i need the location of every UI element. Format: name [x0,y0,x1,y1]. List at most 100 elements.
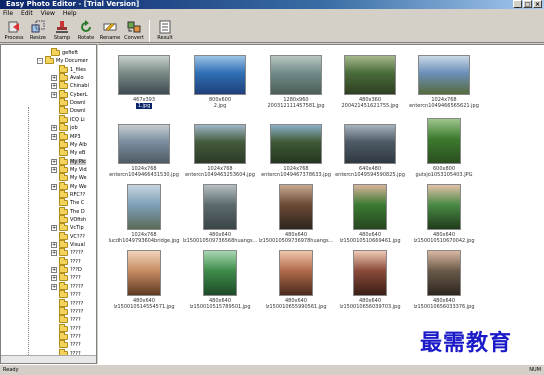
tree-item[interactable]: ???? [51,290,81,299]
tree-item[interactable]: My We [51,173,87,182]
process-button[interactable]: Process [2,17,26,42]
thumbnail-item[interactable]: 800x600 2.jpg [180,49,260,115]
thumbnail-item[interactable]: 640x480 entercn1049594590825.jpg [330,118,410,184]
photo-thumbnail[interactable] [344,124,396,164]
tree-item[interactable]: + My Pic [51,156,86,166]
photo-thumbnail[interactable] [118,124,170,164]
tree-item[interactable]: ICQ Li [51,114,85,124]
convert-button[interactable]: Convert [122,17,146,42]
photo-thumbnail[interactable] [127,250,161,296]
thumbnail-item[interactable]: 480x360 200421451621755.jpg [330,49,410,115]
thumbnail-item[interactable]: 480x640 lz150010656033376.jpg [404,250,484,316]
thumbnail-item[interactable]: 480x640 lz150010510670042.jpg [404,184,484,250]
rotate-button[interactable]: Rotate [74,17,98,42]
tree-item[interactable]: VC??? [51,231,85,241]
close-button[interactable]: × [533,0,542,8]
photo-thumbnail[interactable] [203,250,237,296]
photo-thumbnail[interactable] [279,250,313,296]
tree-expander[interactable]: + [51,275,57,282]
tree-item[interactable]: ???? [51,331,81,341]
tree-expander[interactable]: + [51,125,57,132]
thumbnail-item[interactable]: 1024x768 entercn1049463253604.jpg [180,118,260,184]
tree-item[interactable]: + My We [51,181,87,191]
maximize-button[interactable]: □ [523,0,532,8]
tree-item[interactable]: + Avalo [51,73,84,82]
tree-item[interactable]: ???? [51,323,81,333]
tree-expander[interactable]: + [51,183,57,190]
tree-item[interactable]: My eB [51,148,85,157]
thumbnail-item[interactable]: 480x640 lz150010510669461.jpg [330,184,410,250]
tree-item[interactable]: +????? [51,281,83,291]
tree-item[interactable]: ????? [51,298,83,308]
photo-thumbnail[interactable] [194,124,246,164]
tree-item[interactable]: 1_files [51,64,86,74]
photo-thumbnail[interactable] [427,118,461,164]
tree-expander[interactable]: + [51,267,57,274]
tree-item[interactable]: ???? [51,256,81,266]
tree-expander[interactable]: + [51,242,57,249]
tree-expander[interactable]: + [51,250,57,257]
photo-thumbnail[interactable] [270,124,322,164]
thumbnail-item[interactable]: 480x640 lz150010656039703.jpg [330,250,410,316]
thumbnail-grid[interactable]: 467x393 1.jpg 800x600 2.jpg 1280x960 20031211… [98,44,544,364]
tree-expander[interactable]: + [51,225,57,232]
tree-item[interactable]: +????? [51,248,83,257]
thumbnail-item[interactable]: 467x393 1.jpg [104,49,184,115]
photo-thumbnail[interactable] [353,250,387,296]
tree-expander[interactable]: + [51,158,57,165]
tree-item[interactable]: RFC?? [51,189,85,199]
thumbnail-item[interactable]: 480x640 lz150010515789501.jpg [180,250,260,316]
tree-item[interactable]: + MP3 [51,131,81,141]
thumbnail-item[interactable]: 1024x768 entercn1049466431530.jpg [104,118,184,184]
tree-item[interactable]: ???? [51,340,81,349]
tree-item[interactable]: ???? [51,315,81,324]
minimize-button[interactable]: _ [513,0,522,8]
thumbnail-item[interactable]: 480x640 lz150010509736568huangs... [180,184,260,250]
photo-thumbnail[interactable] [203,184,237,230]
tree-item[interactable]: Downl [51,106,86,115]
photo-thumbnail[interactable] [427,250,461,296]
folder-tree[interactable]: gefieft - My Documents1_files + Avalo + Chinab… [0,44,97,364]
tree-item[interactable]: The C [51,198,84,207]
photo-thumbnail[interactable] [270,55,322,95]
tree-horizontal-scrollbar[interactable] [1,355,96,363]
tree-item[interactable]: + ???D [51,265,82,274]
tree-expander[interactable]: + [51,75,57,82]
tree-item[interactable]: + My Vid [51,164,87,174]
photo-thumbnail[interactable] [344,55,396,95]
tree-item[interactable]: + CyberL [51,89,88,99]
stamp-button[interactable]: Stamp [50,17,74,42]
tree-item[interactable]: My Alb [51,139,87,149]
photo-thumbnail[interactable] [427,184,461,230]
tree-item[interactable]: + Visual [51,240,85,249]
tree-item[interactable]: ????? [51,306,83,316]
tree-expander[interactable]: + [51,283,57,290]
photo-thumbnail[interactable] [353,184,387,230]
photo-thumbnail[interactable] [279,184,313,230]
thumbnail-item[interactable]: 1024x768 entercn1049467378633.jpg [256,118,336,184]
thumbnail-item[interactable]: 1024x768 entercn1049466565621.jpg [404,49,484,115]
tree-expander[interactable]: + [51,166,57,173]
photo-thumbnail[interactable] [118,55,170,95]
thumbnail-item[interactable]: 1024x768 lucdh1049793604bridge.jpg [104,184,184,250]
tree-item[interactable]: The D [51,206,85,216]
photo-thumbnail[interactable] [194,55,246,95]
photo-thumbnail[interactable] [127,184,161,230]
thumbnail-item[interactable]: 480x640 lz150010655990561.jpg [256,250,336,316]
tree-expander[interactable]: + [51,91,57,98]
thumbnail-item[interactable]: 480x640 lz150010514554571.jpg [104,250,184,316]
tree-expander[interactable]: + [51,133,57,140]
thumbnail-item[interactable]: 1280x960 200312111457581.jpg [256,49,336,115]
thumbnail-item[interactable]: 600x800 gutsjo1053105403.JPG [404,118,484,184]
tree-expander[interactable]: + [51,83,57,90]
result-button[interactable]: Result [153,17,177,42]
tree-item[interactable]: + Chinabl [51,81,89,90]
photo-thumbnail[interactable] [418,55,470,95]
rename-button[interactable]: Rename [98,17,122,42]
tree-item[interactable]: VOfish [51,215,86,224]
tree-item[interactable]: +???? [51,273,81,282]
resize-button[interactable]: Resize [26,17,50,42]
thumbnail-item[interactable]: 480x640 lz150010509736978huangs... [256,184,336,250]
tree-expander[interactable]: - [37,58,43,65]
tree-item[interactable]: Downl [51,98,86,107]
